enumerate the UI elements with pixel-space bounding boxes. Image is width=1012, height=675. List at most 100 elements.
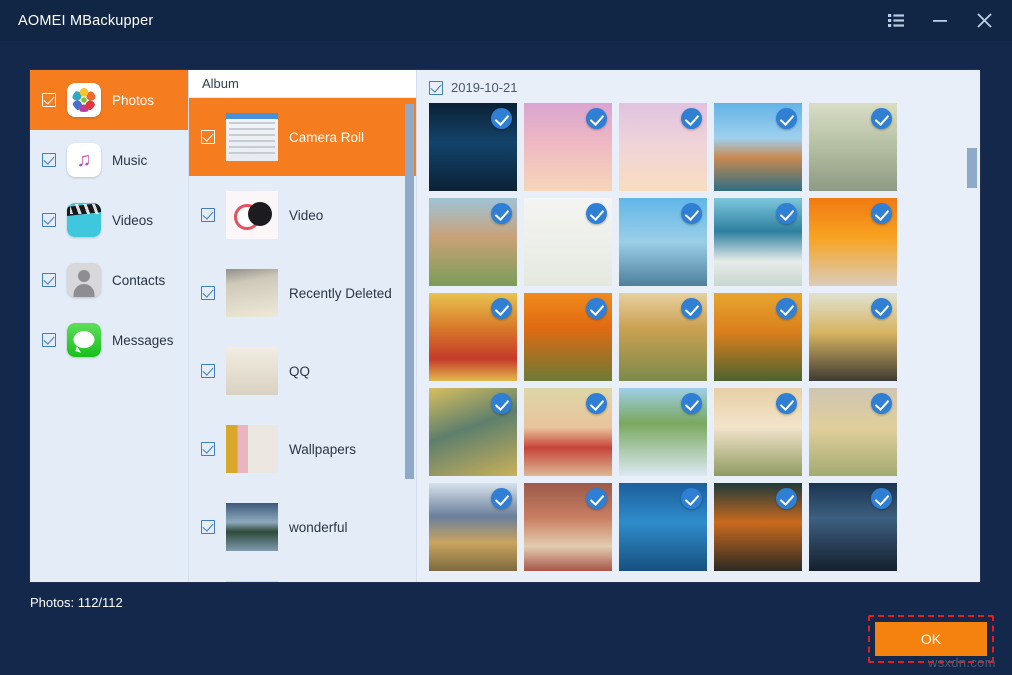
close-icon[interactable] [964, 5, 1004, 37]
menu-list-icon[interactable] [876, 5, 916, 37]
album-scrollbar-thumb[interactable] [405, 104, 414, 479]
photo-thumbnail[interactable] [619, 388, 707, 476]
photo-selected-check-icon[interactable] [491, 393, 512, 414]
photo-selected-check-icon[interactable] [681, 203, 702, 224]
album-column: Album Camera Roll Video Recently Deleted… [188, 70, 416, 582]
photo-thumbnail[interactable] [809, 103, 897, 191]
sidebar-item-messages[interactable]: Messages [30, 310, 188, 370]
photo-selected-check-icon[interactable] [586, 488, 607, 509]
checkbox-video[interactable] [201, 208, 215, 222]
album-item-partial[interactable] [189, 566, 416, 582]
photo-thumbnail[interactable] [429, 103, 517, 191]
photo-thumbnail[interactable] [524, 388, 612, 476]
album-item-wonderful[interactable]: wonderful [189, 488, 416, 566]
photo-thumbnail[interactable] [619, 483, 707, 571]
album-thumbnail-icon [226, 113, 278, 161]
ok-button[interactable]: OK [875, 622, 987, 656]
sidebar-item-videos[interactable]: Videos [30, 190, 188, 250]
photo-selected-check-icon[interactable] [586, 393, 607, 414]
minimize-icon[interactable] [920, 5, 960, 37]
photo-thumbnail[interactable] [524, 198, 612, 286]
photo-thumbnail[interactable] [429, 483, 517, 571]
album-item-video[interactable]: Video [189, 176, 416, 254]
checkbox-music[interactable] [42, 153, 56, 167]
album-label-qq: QQ [289, 364, 310, 379]
checkbox-wallpapers[interactable] [201, 442, 215, 456]
photo-grid [417, 103, 980, 571]
sidebar-item-music[interactable]: Music [30, 130, 188, 190]
album-label-video: Video [289, 208, 323, 223]
photo-thumbnail[interactable] [714, 293, 802, 381]
music-icon [67, 143, 101, 177]
photo-thumbnail[interactable] [809, 388, 897, 476]
photo-thumbnail[interactable] [714, 103, 802, 191]
photo-selected-check-icon[interactable] [776, 393, 797, 414]
photo-thumbnail[interactable] [619, 103, 707, 191]
album-thumbnail-icon [226, 503, 278, 551]
album-item-recently-deleted[interactable]: Recently Deleted [189, 254, 416, 332]
photo-selected-check-icon[interactable] [491, 488, 512, 509]
category-sidebar: Photos Music Videos Contacts Messages [30, 70, 188, 582]
checkbox-messages[interactable] [42, 333, 56, 347]
photo-selected-check-icon[interactable] [491, 203, 512, 224]
photo-selected-check-icon[interactable] [681, 108, 702, 129]
checkbox-recently-deleted[interactable] [201, 286, 215, 300]
album-thumbnail-icon [226, 581, 278, 582]
photo-thumbnail[interactable] [619, 293, 707, 381]
checkbox-date-group[interactable] [429, 81, 443, 95]
sidebar-item-contacts[interactable]: Contacts [30, 250, 188, 310]
album-thumbnail-icon [226, 269, 278, 317]
photo-thumbnail[interactable] [429, 388, 517, 476]
sidebar-label-messages: Messages [112, 333, 174, 348]
photo-selected-check-icon[interactable] [681, 488, 702, 509]
photo-selected-check-icon[interactable] [586, 298, 607, 319]
photo-thumbnail[interactable] [809, 483, 897, 571]
album-item-wallpapers[interactable]: Wallpapers [189, 410, 416, 488]
sidebar-item-photos[interactable]: Photos [30, 70, 188, 130]
checkbox-wonderful[interactable] [201, 520, 215, 534]
photo-selected-check-icon[interactable] [776, 203, 797, 224]
checkbox-qq[interactable] [201, 364, 215, 378]
checkbox-contacts[interactable] [42, 273, 56, 287]
status-photos-count: Photos: 112/112 [30, 595, 123, 610]
photo-selected-check-icon[interactable] [871, 298, 892, 319]
photo-selected-check-icon[interactable] [776, 488, 797, 509]
album-list[interactable]: Camera Roll Video Recently Deleted QQ Wa [189, 98, 416, 582]
photo-thumbnail[interactable] [524, 293, 612, 381]
photo-thumbnail[interactable] [809, 198, 897, 286]
date-group-header[interactable]: 2019-10-21 [417, 70, 980, 103]
photo-selected-check-icon[interactable] [681, 393, 702, 414]
photo-thumbnail[interactable] [429, 198, 517, 286]
photos-icon [67, 83, 101, 117]
photo-thumbnail[interactable] [809, 293, 897, 381]
photo-selected-check-icon[interactable] [871, 108, 892, 129]
photo-selected-check-icon[interactable] [871, 203, 892, 224]
photo-selected-check-icon[interactable] [586, 203, 607, 224]
photo-selected-check-icon[interactable] [681, 298, 702, 319]
photo-selected-check-icon[interactable] [871, 393, 892, 414]
photo-selected-check-icon[interactable] [491, 108, 512, 129]
photo-selected-check-icon[interactable] [586, 108, 607, 129]
photo-thumbnail[interactable] [714, 388, 802, 476]
photo-thumbnail[interactable] [524, 483, 612, 571]
photo-selected-check-icon[interactable] [776, 298, 797, 319]
photo-thumbnail[interactable] [714, 483, 802, 571]
album-item-camera-roll[interactable]: Camera Roll [189, 98, 416, 176]
sidebar-label-videos: Videos [112, 213, 153, 228]
app-title: AOMEI MBackupper [18, 13, 153, 29]
photo-selected-check-icon[interactable] [776, 108, 797, 129]
photo-selected-check-icon[interactable] [871, 488, 892, 509]
photo-selected-check-icon[interactable] [491, 298, 512, 319]
photo-thumbnail[interactable] [714, 198, 802, 286]
photo-thumbnail[interactable] [619, 198, 707, 286]
photo-thumbnail[interactable] [524, 103, 612, 191]
album-item-qq[interactable]: QQ [189, 332, 416, 410]
photo-scrollbar-thumb[interactable] [967, 148, 977, 188]
checkbox-photos[interactable] [42, 93, 56, 107]
photo-thumbnail[interactable] [429, 293, 517, 381]
checkbox-videos[interactable] [42, 213, 56, 227]
checkbox-camera-roll[interactable] [201, 130, 215, 144]
sidebar-label-contacts: Contacts [112, 273, 165, 288]
title-bar: AOMEI MBackupper [0, 0, 1012, 41]
album-thumbnail-icon [226, 191, 278, 239]
